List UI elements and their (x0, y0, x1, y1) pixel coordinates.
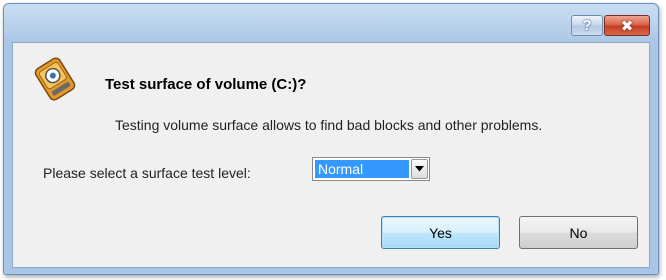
test-level-select[interactable]: Normal (312, 157, 430, 181)
volume-test-icon (34, 57, 76, 101)
chevron-down-icon (415, 166, 424, 172)
help-button[interactable]: ? (571, 15, 603, 36)
close-button[interactable]: ✖ (604, 15, 650, 36)
no-button[interactable]: No (519, 216, 638, 249)
close-icon: ✖ (620, 17, 634, 35)
dialog-description: Testing volume surface allows to find ba… (115, 117, 543, 133)
dialog-body: Test surface of volume (C:)? Testing vol… (12, 42, 650, 268)
help-icon: ? (582, 17, 592, 34)
title-bar[interactable]: ? ✖ (4, 4, 658, 42)
test-level-label: Please select a surface test level: (43, 165, 251, 181)
dialog-title: Test surface of volume (C:)? (105, 76, 307, 93)
dialog-window: ? ✖ Test surface of volume (C:)? Testing… (3, 3, 659, 275)
dropdown-button[interactable] (411, 159, 428, 179)
test-level-value: Normal (315, 160, 409, 178)
yes-button[interactable]: Yes (381, 216, 500, 249)
